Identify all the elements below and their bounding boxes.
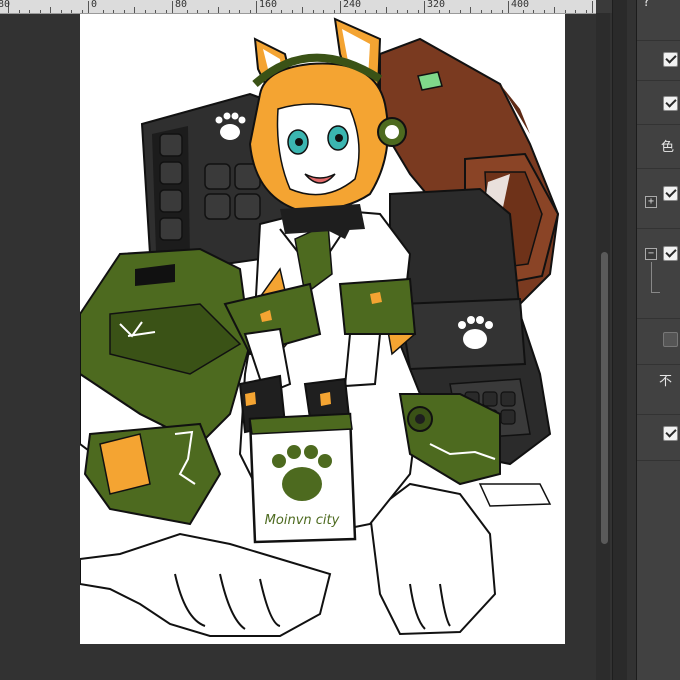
panel-row[interactable]: + <box>637 168 680 229</box>
ruler-tick <box>386 7 387 13</box>
visibility-checkbox[interactable] <box>663 186 678 201</box>
ruler-tick <box>592 1 593 13</box>
panel-row-label: 色 <box>661 140 675 155</box>
signboard-text: Moinvn city <box>265 513 340 528</box>
visibility-checkbox[interactable] <box>663 246 678 261</box>
ruler-tick <box>145 10 146 13</box>
ruler-tick <box>365 10 366 13</box>
expand-icon[interactable]: + <box>645 196 657 208</box>
ruler-label: 80 <box>0 0 11 10</box>
ruler-tick <box>355 10 356 13</box>
ruler-tick <box>575 10 576 13</box>
ruler-tick <box>166 10 167 13</box>
ruler-label: 0 <box>91 0 98 10</box>
panel-header-label: ? <box>643 0 650 10</box>
ruler-tick <box>61 10 62 13</box>
green-armor-left <box>80 247 252 526</box>
ruler-tick <box>124 10 125 13</box>
ruler-tick <box>523 10 524 13</box>
ruler-corner <box>596 0 612 13</box>
ruler-tick <box>134 7 135 13</box>
ruler-tick <box>502 10 503 13</box>
visibility-checkbox[interactable] <box>663 96 678 111</box>
ruler-tick <box>544 10 545 13</box>
artwork-illustration: Moinvn city <box>80 17 560 637</box>
ruler-tick <box>449 10 450 13</box>
ruler-tick <box>218 7 219 13</box>
ruler-tick <box>229 10 230 13</box>
ruler-tick <box>208 10 209 13</box>
ruler-tick <box>418 10 419 13</box>
ruler-label: 320 <box>427 0 446 10</box>
ruler-tick <box>29 10 30 13</box>
ruler-tick <box>302 7 303 13</box>
ruler-tick <box>19 10 20 13</box>
ruler-tick <box>376 10 377 13</box>
collapse-icon[interactable]: − <box>645 248 657 260</box>
panel-row[interactable] <box>637 414 680 461</box>
layer-panel: ? 色 + − 不 <box>636 0 680 680</box>
visibility-checkbox[interactable] <box>663 426 678 441</box>
ruler-tick <box>103 10 104 13</box>
ruler-label: 80 <box>175 0 188 10</box>
ruler-tick <box>565 10 566 13</box>
ruler-tick <box>313 10 314 13</box>
ruler-tick <box>424 1 425 13</box>
panel-row[interactable] <box>637 40 680 81</box>
drawing-canvas[interactable]: Moinvn city <box>80 14 565 644</box>
ruler-tick <box>113 10 114 13</box>
ruler-label: 400 <box>511 0 530 10</box>
visibility-checkbox[interactable] <box>663 52 678 67</box>
ruler-tick <box>281 10 282 13</box>
panel-row[interactable]: 色 <box>637 124 680 169</box>
ruler-tick <box>533 10 534 13</box>
panel-header: ? <box>637 0 680 41</box>
ruler-tick <box>155 10 156 13</box>
ruler-tick <box>82 10 83 13</box>
ruler-tick <box>334 10 335 13</box>
ruler-tick <box>50 7 51 13</box>
panel-row-label: 不 <box>659 374 673 389</box>
ruler-tick <box>239 10 240 13</box>
ruler-tick <box>460 10 461 13</box>
ruler-label: 240 <box>343 0 362 10</box>
ruler-tick <box>256 1 257 13</box>
ruler-tick <box>470 7 471 13</box>
ruler-tick <box>340 1 341 13</box>
panel-row[interactable]: 不 <box>637 364 680 415</box>
tree-connector <box>651 262 660 293</box>
ruler-tick <box>508 1 509 13</box>
ruler-tick <box>323 10 324 13</box>
ruler-tick <box>554 7 555 13</box>
ruler-tick <box>292 10 293 13</box>
panel-row[interactable] <box>637 80 680 125</box>
ruler-tick <box>491 10 492 13</box>
ruler-tick <box>250 10 251 13</box>
ruler-tick <box>172 1 173 13</box>
ruler-tick <box>439 10 440 13</box>
panel-row[interactable]: − <box>637 228 680 319</box>
visibility-checkbox[interactable] <box>663 332 678 347</box>
panel-divider[interactable] <box>612 0 627 680</box>
ruler-tick <box>71 10 72 13</box>
signboard: Moinvn city <box>248 412 357 544</box>
ruler-tick <box>40 10 41 13</box>
ruler-tick <box>187 10 188 13</box>
horizontal-ruler: 80 0 80 160 240 320 400 <box>0 0 596 14</box>
ruler-tick <box>88 1 89 13</box>
ruler-tick <box>271 10 272 13</box>
ruler-label: 160 <box>259 0 278 10</box>
ruler-tick <box>407 10 408 13</box>
ruler-tick <box>481 10 482 13</box>
ruler-tick <box>397 10 398 13</box>
ruler-tick <box>197 10 198 13</box>
panel-row[interactable] <box>637 318 680 365</box>
vertical-scrollbar-thumb[interactable] <box>601 252 608 544</box>
ruler-tick <box>586 10 587 13</box>
